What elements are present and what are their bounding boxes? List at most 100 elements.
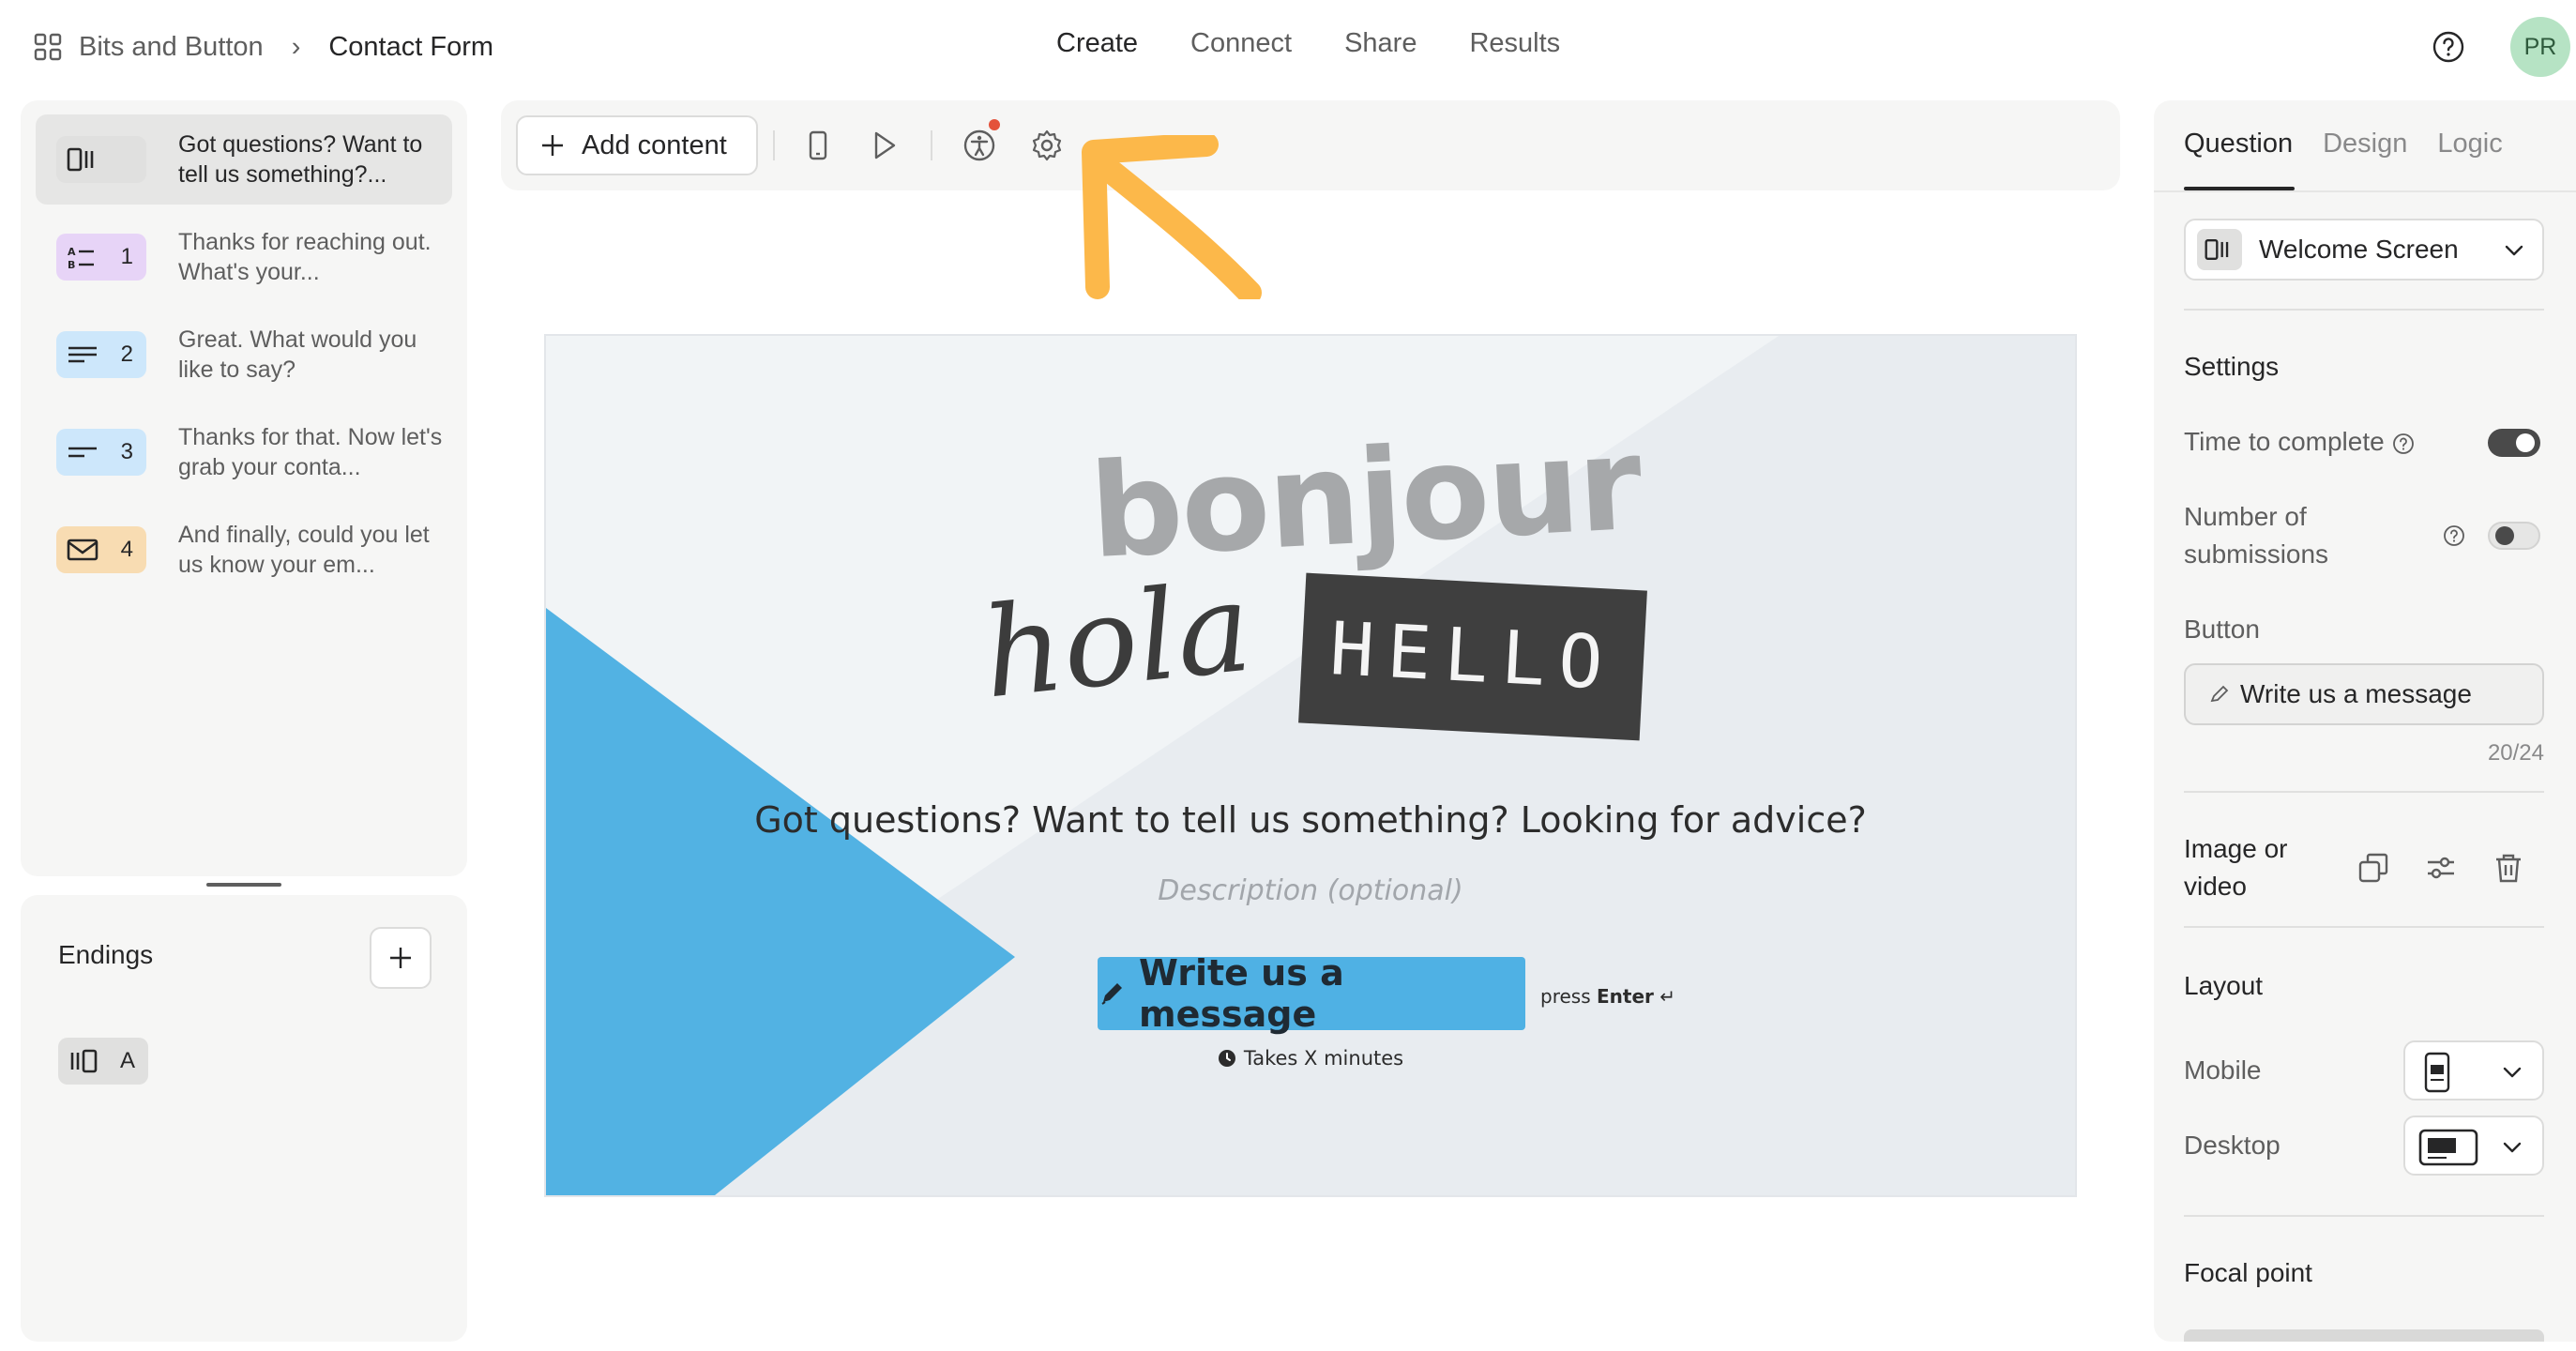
greeting-hola: hola <box>976 554 1258 727</box>
focal-point-preview[interactable] <box>2184 1329 2544 1342</box>
settings-gear-icon[interactable] <box>1030 129 1064 162</box>
welcome-screen-canvas: bonjour hola HELLO Got questions? Want t… <box>544 334 2077 1197</box>
add-content-button[interactable]: Add content <box>516 115 758 175</box>
question-item-welcome[interactable]: Got questions? Want to tell us something… <box>36 114 452 205</box>
welcome-screen-icon <box>2197 229 2242 270</box>
workspace-link[interactable]: Bits and Button <box>79 32 264 63</box>
question-item-1[interactable]: AB 1 Thanks for reaching out. What's you… <box>36 212 452 302</box>
write-message-button[interactable]: Write us a message <box>1098 952 1525 1035</box>
question-badge: 4 <box>56 526 146 573</box>
panel-resize-handle[interactable] <box>206 883 281 887</box>
question-text: And finally, could you let us know your … <box>178 522 430 578</box>
mobile-preview-icon[interactable] <box>801 129 835 162</box>
add-content-label: Add content <box>582 129 727 160</box>
press-key: Enter <box>1596 985 1654 1008</box>
greeting-hello-box: HELLO <box>1298 572 1647 741</box>
question-item-2[interactable]: 2 Great. What would you like to say? <box>36 310 452 400</box>
section-divider <box>2184 791 2544 793</box>
welcome-title[interactable]: Got questions? Want to tell us something… <box>546 799 2075 841</box>
tab-question[interactable]: Question <box>2184 129 2293 159</box>
welcome-screen-icon <box>66 145 101 174</box>
question-text: Thanks for that. Now let's grab your con… <box>178 424 443 480</box>
endings-panel: Endings A <box>21 895 467 1342</box>
question-settings-panel: Question Design Logic Welcome Screen Set… <box>2154 100 2576 1342</box>
replace-media-icon[interactable] <box>2356 851 2390 885</box>
info-icon[interactable] <box>2392 433 2415 455</box>
chevron-down-icon <box>2501 1136 2523 1159</box>
mobile-layout-label: Mobile <box>2184 1055 2262 1085</box>
question-type-label: Welcome Screen <box>2259 235 2459 264</box>
desktop-layout-select[interactable] <box>2403 1116 2544 1176</box>
write-message-label: Write us a message <box>1139 952 1344 1035</box>
greeting-hello: HELLO <box>1327 607 1618 706</box>
time-note-text: Takes X minutes <box>1243 1047 1404 1070</box>
greeting-bonjour: bonjour <box>1086 407 1644 588</box>
press-prefix: press <box>1540 985 1591 1008</box>
workspaces-grid-icon[interactable] <box>34 33 62 61</box>
tab-design[interactable]: Design <box>2323 129 2407 159</box>
question-text: Thanks for reaching out. What's your... <box>178 229 432 285</box>
question-badge: AB 1 <box>56 234 146 281</box>
ending-screen-icon <box>68 1047 103 1075</box>
svg-text:B: B <box>68 259 75 271</box>
button-text-value: Write us a message <box>2240 679 2472 708</box>
trash-icon[interactable] <box>2492 851 2525 885</box>
question-text: Got questions? Want to tell us something… <box>178 131 423 188</box>
toolbar-divider <box>773 130 775 160</box>
plus-icon <box>390 948 411 968</box>
time-to-complete-toggle[interactable] <box>2488 429 2540 457</box>
short-text-icon <box>66 438 101 466</box>
description-placeholder[interactable]: Description (optional) <box>546 874 2075 907</box>
layout-title: Layout <box>2184 971 2264 1000</box>
section-divider <box>2184 1215 2544 1217</box>
ending-item-a[interactable]: A <box>58 1038 148 1085</box>
time-to-complete-row: Time to complete <box>2184 423 2415 461</box>
notification-dot <box>989 119 1000 130</box>
info-icon[interactable] <box>2443 524 2465 547</box>
settings-title: Settings <box>2184 352 2280 381</box>
avatar[interactable]: PR <box>2510 17 2570 77</box>
endings-title: Endings <box>58 940 154 969</box>
clock-icon <box>1218 1049 1236 1068</box>
number-of-submissions-label: Number of submissions <box>2184 502 2329 569</box>
nav-create[interactable]: Create <box>1056 28 1138 66</box>
long-text-icon <box>66 341 101 369</box>
question-type-select[interactable]: Welcome Screen <box>2184 219 2544 281</box>
question-item-4[interactable]: 4 And finally, could you let us know you… <box>36 505 452 595</box>
breadcrumb-separator: › <box>291 31 301 62</box>
time-to-complete-note: Takes X minutes <box>546 1047 2075 1070</box>
question-number: 2 <box>120 342 133 367</box>
nav-connect[interactable]: Connect <box>1190 28 1292 66</box>
chevron-down-icon <box>2503 239 2525 262</box>
adjust-media-icon[interactable] <box>2424 851 2458 885</box>
button-text-input[interactable]: Write us a message <box>2184 663 2544 725</box>
plus-icon <box>542 135 563 156</box>
help-icon[interactable] <box>2432 30 2465 64</box>
image-or-video-title: Image or video <box>2184 834 2288 901</box>
nav-share[interactable]: Share <box>1344 28 1417 66</box>
tab-logic[interactable]: Logic <box>2437 129 2502 159</box>
button-section-label: Button <box>2184 615 2260 644</box>
accessibility-icon[interactable] <box>962 129 996 162</box>
breadcrumb: Bits and Button › Contact Form <box>34 28 493 66</box>
top-bar: Bits and Button › Contact Form Create Co… <box>0 0 2576 94</box>
ending-label: A <box>119 1048 135 1073</box>
form-name[interactable]: Contact Form <box>328 32 493 63</box>
enter-key-icon: ↵ <box>1659 985 1675 1008</box>
question-item-3[interactable]: 3 Thanks for that. Now let's grab your c… <box>36 407 452 497</box>
pencil-icon <box>1098 979 1126 1008</box>
annotation-arrow <box>1066 135 1272 299</box>
nav-results[interactable]: Results <box>1469 28 1560 66</box>
email-icon <box>66 536 101 564</box>
mobile-layout-select[interactable] <box>2403 1040 2544 1101</box>
editor-toolbar: Add content <box>501 100 2120 190</box>
question-number: 4 <box>120 537 133 562</box>
character-counter: 20/24 <box>2487 740 2544 766</box>
add-ending-button[interactable] <box>370 927 432 989</box>
time-to-complete-label: Time to complete <box>2184 427 2385 456</box>
play-preview-icon[interactable] <box>867 129 901 162</box>
number-of-submissions-toggle[interactable] <box>2488 522 2540 550</box>
question-number: 3 <box>120 439 133 464</box>
focal-point-title: Focal point <box>2184 1258 2312 1287</box>
pencil-icon <box>2208 683 2231 706</box>
